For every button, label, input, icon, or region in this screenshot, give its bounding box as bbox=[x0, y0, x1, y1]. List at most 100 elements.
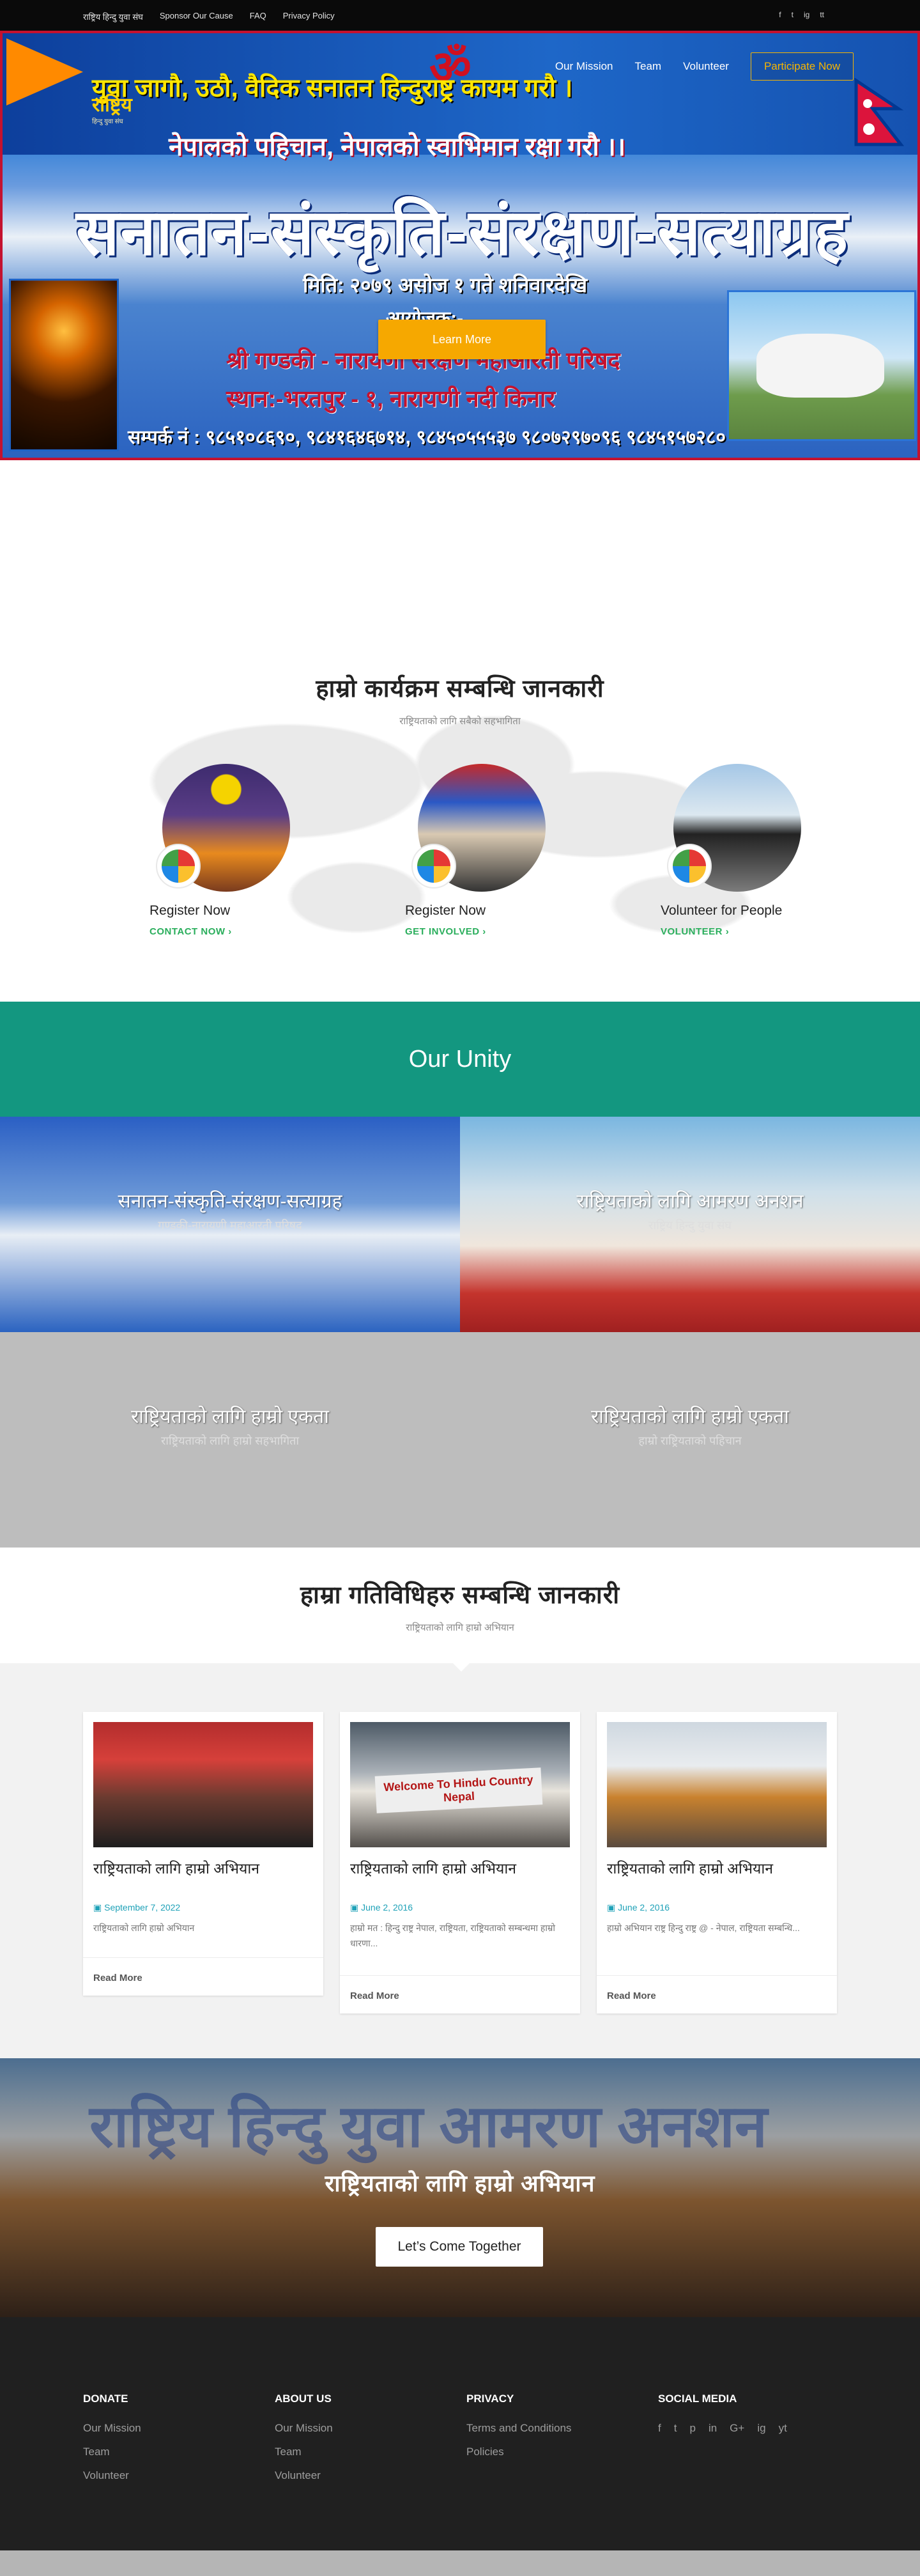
footer-heading: SOCIAL MEDIA bbox=[658, 2393, 737, 2405]
top-bar: राष्ट्रिय हिन्दु युवा संघ Sponsor Our Ca… bbox=[0, 0, 920, 31]
top-links: राष्ट्रिय हिन्दु युवा संघ Sponsor Our Ca… bbox=[83, 11, 335, 22]
post-image[interactable] bbox=[607, 1722, 827, 1847]
divider bbox=[340, 1975, 580, 1976]
unity-gallery: सनातन-संस्कृति-संरक्षण-सत्याग्रह गण्डकी-… bbox=[0, 1117, 920, 1548]
org-badge-icon bbox=[156, 844, 201, 888]
unity-banner: Our Unity bbox=[0, 1002, 920, 1117]
footer-donate: DONATE Our Mission Team Volunteer bbox=[83, 2393, 224, 2493]
participate-now-button[interactable]: Participate Now bbox=[750, 52, 854, 81]
feature-name: Volunteer for People bbox=[661, 903, 783, 918]
post-excerpt: हाम्रो मत : हिन्दु राष्ट्र नेपाल, राष्ट्… bbox=[350, 1923, 555, 1948]
read-more-link[interactable]: Read More bbox=[350, 1990, 399, 2001]
tile-subtitle: राष्ट्रिय हिन्दु युवा संघ bbox=[648, 1219, 732, 1232]
facebook-icon[interactable]: f bbox=[658, 2422, 661, 2435]
org-badge-icon bbox=[411, 844, 456, 888]
footer-link-our-mission[interactable]: Our Mission bbox=[83, 2422, 224, 2435]
facebook-icon[interactable]: f bbox=[779, 10, 781, 19]
post-title[interactable]: राष्ट्रियताको लागि हाम्रो अभियान bbox=[607, 1859, 827, 1878]
post-image[interactable] bbox=[93, 1722, 313, 1847]
welcome-sign: Welcome To Hindu Country Nepal bbox=[374, 1767, 543, 1813]
mission-subtitle: राष्ट्रियताको लागि सबैको सहभागिता bbox=[399, 716, 521, 727]
org-badge-icon bbox=[667, 844, 712, 888]
chevron-right-icon: › bbox=[482, 926, 486, 937]
footer: DONATE Our Mission Team Volunteer ABOUT … bbox=[0, 2317, 920, 2550]
hero-banner: ॐ युवा जागौ, उठौ, वैदिक सनातन हिन्दुराष्… bbox=[0, 31, 920, 460]
post-title[interactable]: राष्ट्रियताको लागि हाम्रो अभियान bbox=[93, 1859, 313, 1878]
pinterest-icon[interactable]: p bbox=[689, 2422, 695, 2435]
blog-subtitle: राष्ट्रियताको लागि हाम्रो अभियान bbox=[406, 1622, 514, 1633]
contact-now-link[interactable]: CONTACT NOW › bbox=[150, 926, 232, 937]
calendar-icon: ▣ bbox=[93, 1902, 102, 1913]
nav-team[interactable]: Team bbox=[635, 60, 662, 73]
hero-headline: सनातन-संस्कृति-संरक्षण-सत्याग्रह bbox=[75, 197, 850, 268]
footer-link-team[interactable]: Team bbox=[275, 2446, 415, 2458]
twitter-icon[interactable]: t bbox=[792, 10, 793, 19]
tile-subtitle: राष्ट्रियताको लागि हाम्रो सहभागिता bbox=[160, 1434, 300, 1447]
google-plus-icon[interactable]: G+ bbox=[730, 2422, 744, 2435]
blog-card: राष्ट्रियताको लागि हाम्रो अभियान ▣ June … bbox=[597, 1712, 837, 2013]
post-excerpt: हाम्रो अभियान राष्ट्र हिन्दु राष्ट्र @ -… bbox=[607, 1923, 800, 1933]
blog-card: Welcome To Hindu Country Nepal राष्ट्रिय… bbox=[340, 1712, 580, 2013]
read-more-link[interactable]: Read More bbox=[607, 1990, 656, 2001]
nav-our-mission[interactable]: Our Mission bbox=[555, 60, 613, 73]
mission-section: हाम्रो कार्यक्रम सम्बन्धि जानकारी राष्ट्… bbox=[0, 460, 920, 1002]
instagram-icon[interactable]: ig bbox=[757, 2422, 765, 2435]
cow-shape bbox=[756, 334, 884, 398]
top-link-privacy[interactable]: Privacy Policy bbox=[283, 11, 335, 22]
learn-more-button[interactable]: Learn More bbox=[378, 320, 546, 359]
hero-place: स्थान:-भरतपुर - १, नारायणी नदी किनार bbox=[226, 385, 556, 412]
read-more-link[interactable]: Read More bbox=[93, 1973, 142, 1983]
gallery-tile[interactable]: राष्ट्रियताको लागि हाम्रो एकता राष्ट्रिय… bbox=[0, 1332, 460, 1548]
post-date: ▣ September 7, 2022 bbox=[93, 1902, 181, 1913]
footer-about: ABOUT US Our Mission Team Volunteer bbox=[275, 2393, 415, 2493]
post-image[interactable]: Welcome To Hindu Country Nepal bbox=[350, 1722, 570, 1847]
blog-title: हाम्रा गतिविधिहरु सम्बन्धि जानकारी bbox=[300, 1582, 620, 1609]
top-link-sponsor[interactable]: Sponsor Our Cause bbox=[160, 11, 233, 22]
top-link-faq[interactable]: FAQ bbox=[250, 11, 266, 22]
footer-social: SOCIAL MEDIA f t p in G+ ig yt bbox=[658, 2393, 843, 2446]
footer-link-policies[interactable]: Policies bbox=[466, 2446, 607, 2458]
volunteer-link[interactable]: VOLUNTEER › bbox=[661, 926, 729, 937]
footer-heading: ABOUT US bbox=[275, 2393, 332, 2405]
footer-link-volunteer[interactable]: Volunteer bbox=[275, 2469, 415, 2482]
chevron-right-icon: › bbox=[725, 926, 730, 937]
top-link-home[interactable]: राष्ट्रिय हिन्दु युवा संघ bbox=[83, 11, 143, 22]
tiktok-icon[interactable]: tt bbox=[820, 10, 824, 19]
tile-title: सनातन-संस्कृति-संरक्षण-सत्याग्रह bbox=[118, 1191, 342, 1212]
calendar-icon: ▣ bbox=[350, 1902, 359, 1913]
youtube-icon[interactable]: yt bbox=[779, 2422, 787, 2435]
blog-header: हाम्रा गतिविधिहरु सम्बन्धि जानकारी राष्ट… bbox=[0, 1548, 920, 1663]
get-involved-link[interactable]: GET INVOLVED › bbox=[405, 926, 486, 937]
hero-date: मिति: २०७९ असोज १ गते शनिवारदेखि bbox=[303, 274, 588, 297]
section-notch bbox=[452, 1663, 470, 1672]
nav-volunteer[interactable]: Volunteer bbox=[683, 60, 729, 73]
twitter-icon[interactable]: t bbox=[674, 2422, 677, 2435]
footer-link-terms[interactable]: Terms and Conditions bbox=[466, 2422, 607, 2435]
post-title[interactable]: राष्ट्रियताको लागि हाम्रो अभियान bbox=[350, 1859, 570, 1878]
tile-title: राष्ट्रियताको लागि आमरण अनशन bbox=[576, 1191, 804, 1212]
tile-subtitle: गण्डकी-नारायणी महाआरती परिषद bbox=[158, 1219, 302, 1232]
footer-link-volunteer[interactable]: Volunteer bbox=[83, 2469, 224, 2482]
unity-title: Our Unity bbox=[408, 1045, 512, 1073]
gallery-tile[interactable]: राष्ट्रियताको लागि आमरण अनशन राष्ट्रिय ह… bbox=[460, 1117, 920, 1332]
linkedin-icon[interactable]: in bbox=[709, 2422, 717, 2435]
aarti-photo bbox=[9, 279, 119, 451]
site-logo[interactable]: राष्ट्रिय हिन्दु युवा संघ bbox=[92, 95, 188, 125]
footer-link-team[interactable]: Team bbox=[83, 2446, 224, 2458]
footer-link-our-mission[interactable]: Our Mission bbox=[275, 2422, 415, 2435]
tile-title: राष्ट्रियताको लागि हाम्रो एकता bbox=[590, 1406, 790, 1427]
instagram-icon[interactable]: ig bbox=[804, 10, 809, 19]
chevron-right-icon: › bbox=[228, 926, 232, 937]
lets-come-together-button[interactable]: Let’s Come Together bbox=[376, 2227, 543, 2267]
tile-subtitle: हाम्रो राष्ट्रियताको पहिचान bbox=[638, 1434, 742, 1447]
logo-title: राष्ट्रिय bbox=[92, 95, 132, 116]
nepal-flag bbox=[854, 78, 905, 146]
footer-social-icons: f t p in G+ ig yt bbox=[658, 2422, 843, 2446]
bottom-bar bbox=[0, 2550, 920, 2576]
gallery-tile[interactable]: सनातन-संस्कृति-संरक्षण-सत्याग्रह गण्डकी-… bbox=[0, 1117, 460, 1332]
gallery-tile[interactable]: राष्ट्रियताको लागि हाम्रो एकता हाम्रो रा… bbox=[460, 1332, 920, 1548]
calendar-icon: ▣ bbox=[607, 1902, 616, 1913]
tile-title: राष्ट्रियताको लागि हाम्रो एकता bbox=[130, 1406, 330, 1427]
post-date: ▣ June 2, 2016 bbox=[350, 1902, 413, 1913]
hero-contact: सम्पर्क नं : ९८५१०८६९०, ९८४१६४६७१४, ९८४५… bbox=[128, 427, 726, 448]
